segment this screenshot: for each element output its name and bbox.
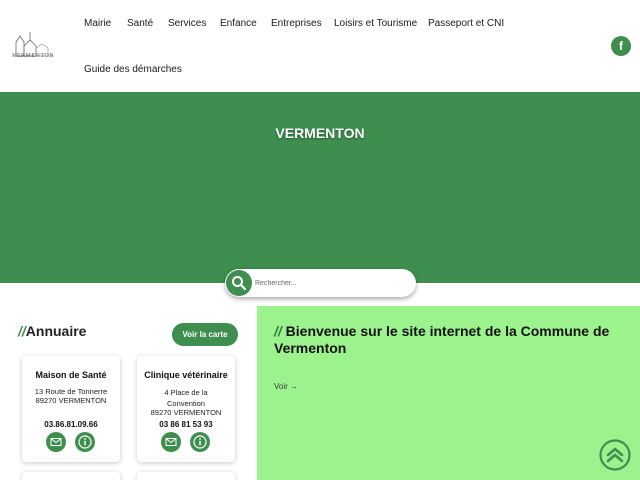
card-address-line: 4 Place de la — [164, 388, 208, 397]
card-address: 4 Place de la Convention 89270 VERMENTON — [141, 387, 231, 418]
search-button[interactable] — [226, 270, 252, 296]
logo-image — [12, 32, 54, 57]
nav-item-sante[interactable]: Santé — [127, 18, 153, 29]
site-header: VERMENTON Mairie Santé Services Enfance … — [0, 0, 640, 92]
annuaire-card — [137, 472, 235, 480]
card-address-line: 13 Route de Tonnerre — [34, 387, 108, 396]
nav-item-loisirs-tourisme[interactable]: Loisirs et Tourisme — [334, 18, 417, 29]
heading-slashes: // — [274, 323, 282, 339]
chevron-up-icon — [599, 439, 631, 471]
card-address: 13 Route de Tonnerre 89270 VERMENTON — [26, 387, 116, 405]
nav-item-guide-demarches[interactable]: Guide des démarches — [84, 64, 182, 75]
card-name: Maison de Santé — [35, 370, 107, 380]
info-button[interactable] — [75, 432, 95, 452]
voir-link[interactable]: Voir → — [274, 382, 298, 391]
info-icon — [78, 435, 92, 449]
nav-item-passeport-cni[interactable]: Passeport et CNI — [428, 18, 504, 29]
hero-title: VERMENTON — [275, 125, 365, 141]
card-name: Clinique vétérinaire — [144, 370, 228, 380]
info-button[interactable] — [190, 432, 210, 452]
facebook-icon[interactable]: f — [611, 36, 631, 56]
mail-icon — [165, 438, 177, 446]
mail-icon — [50, 438, 62, 446]
welcome-title-text: Bienvenue sur le site internet de la Com… — [274, 323, 610, 356]
annuaire-card — [22, 472, 120, 480]
card-address-line: 89270 VERMENTON — [35, 396, 107, 405]
hero-banner: VERMENTON — [0, 92, 640, 283]
annuaire-title-text: Annuaire — [25, 323, 87, 339]
search-input[interactable] — [255, 275, 405, 291]
mail-button[interactable] — [161, 432, 181, 452]
nav-item-entreprises[interactable]: Entreprises — [271, 18, 322, 29]
back-to-top-button[interactable] — [599, 439, 631, 471]
annuaire-card-clinique-veterinaire: Clinique vétérinaire 4 Place de la Conve… — [137, 356, 235, 462]
vermenton-logo[interactable]: VERMENTON — [8, 26, 66, 66]
main-nav: Mairie Santé Services Enfance Entreprise… — [84, 0, 554, 92]
info-icon — [193, 435, 207, 449]
annuaire-card-maison-sante: Maison de Santé 13 Route de Tonnerre 892… — [22, 356, 120, 462]
mail-button[interactable] — [46, 432, 66, 452]
search-icon — [232, 276, 247, 291]
nav-item-enfance[interactable]: Enfance — [220, 18, 257, 29]
welcome-title: // Bienvenue sur le site internet de la … — [274, 323, 629, 357]
card-phone: 03 86 81 53 93 — [159, 420, 213, 429]
search-bar — [225, 269, 416, 297]
card-phone: 03.86.81.09.66 — [44, 420, 98, 429]
card-address-line: 89270 VERMENTON — [150, 408, 222, 417]
nav-item-mairie[interactable]: Mairie — [84, 18, 111, 29]
heading-slashes: // — [18, 323, 26, 339]
annuaire-heading: //Annuaire — [18, 323, 86, 339]
logo-text: VERMENTON — [12, 53, 55, 59]
welcome-panel: // Bienvenue sur le site internet de la … — [257, 306, 640, 480]
voir-carte-button[interactable]: Voir la carte — [172, 323, 238, 346]
nav-item-services[interactable]: Services — [168, 18, 206, 29]
